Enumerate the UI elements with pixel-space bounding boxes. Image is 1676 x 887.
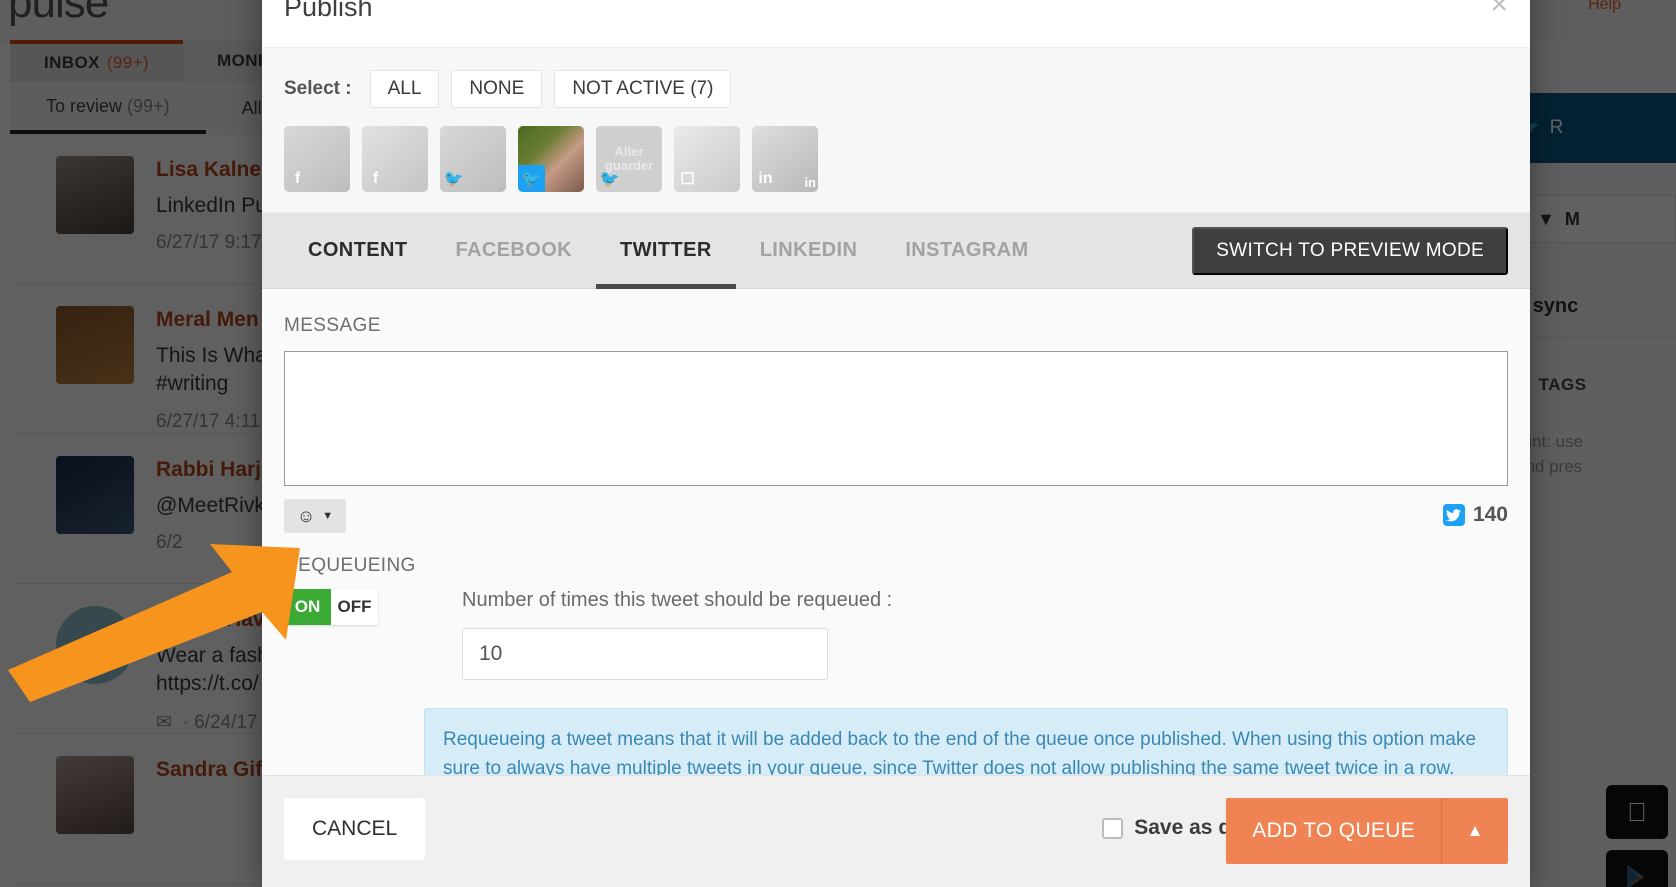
modal-title: Publish bbox=[284, 0, 373, 22]
tab-linkedin[interactable]: LINKEDIN bbox=[736, 213, 882, 289]
chevron-down-icon: ▼ bbox=[322, 510, 334, 522]
character-count-value: 140 bbox=[1472, 503, 1508, 526]
select-row: Select : ALL NONE NOT ACTIVE (7) bbox=[284, 70, 1508, 108]
add-to-queue-button[interactable]: ADD TO QUEUE bbox=[1226, 798, 1442, 864]
twitter-bird-glyph bbox=[1446, 508, 1462, 521]
add-to-queue-group: ADD TO QUEUE ▲ bbox=[1226, 798, 1508, 864]
select-label: Select : bbox=[284, 78, 352, 99]
close-icon[interactable]: × bbox=[1490, 0, 1508, 20]
linkedin-corner-icon: in bbox=[804, 175, 816, 190]
select-all-button[interactable]: ALL bbox=[369, 70, 440, 108]
requeueing-row: ON OFF Number of times this tweet should… bbox=[284, 589, 1508, 680]
character-counter: 140 bbox=[1442, 499, 1508, 527]
modal-header: Publish × bbox=[262, 0, 1530, 48]
message-input[interactable] bbox=[284, 351, 1508, 486]
account-twitter-woman-selected[interactable]: 🐦 bbox=[518, 126, 584, 192]
modal-tabs: CONTENT FACEBOOK TWITTER LINKEDIN INSTAG… bbox=[262, 213, 1530, 289]
account-twitter-allerguarder[interactable]: Aller guarder 🐦 bbox=[596, 126, 662, 192]
account-facebook-kids[interactable]: f bbox=[284, 126, 350, 192]
chevron-up-icon[interactable]: ▲ bbox=[1442, 798, 1508, 864]
requeueing-toggle-off[interactable]: OFF bbox=[331, 589, 378, 625]
account-facebook-woman[interactable]: f bbox=[362, 126, 428, 192]
select-not-active-button[interactable]: NOT ACTIVE (7) bbox=[554, 70, 732, 108]
select-none-button[interactable]: NONE bbox=[451, 70, 543, 108]
modal-footer: CANCEL Save as draft ADD TO QUEUE ▲ bbox=[262, 775, 1530, 887]
save-as-draft-checkbox[interactable] bbox=[1102, 817, 1124, 839]
account-selector: Select : ALL NONE NOT ACTIVE (7) f f 🐦 🐦… bbox=[262, 48, 1530, 213]
screen: pulse Publish Help INBOX (99+) MONITORIN… bbox=[0, 0, 1676, 887]
facebook-icon: f bbox=[372, 169, 379, 187]
message-toolbar-row: ☺ ▼ 140 bbox=[284, 499, 1508, 533]
tab-instagram[interactable]: INSTAGRAM bbox=[881, 213, 1052, 289]
tab-facebook[interactable]: FACEBOOK bbox=[431, 213, 596, 289]
requeueing-fields: Number of times this tweet should be req… bbox=[462, 589, 1508, 680]
requeueing-toggle-on[interactable]: ON bbox=[284, 589, 331, 625]
requeueing-info-note: Requeueing a tweet means that it will be… bbox=[424, 708, 1508, 775]
publish-modal: Publish × Select : ALL NONE NOT ACTIVE (… bbox=[262, 0, 1530, 887]
account-instagram-man[interactable]: ☐ bbox=[674, 126, 740, 192]
requeue-count-input[interactable] bbox=[462, 628, 828, 680]
emoji-picker-button[interactable]: ☺ ▼ bbox=[284, 499, 346, 533]
tab-content[interactable]: CONTENT bbox=[284, 213, 431, 289]
twitter-icon: 🐦 bbox=[518, 165, 545, 192]
facebook-icon: f bbox=[294, 169, 301, 187]
requeue-count-label: Number of times this tweet should be req… bbox=[462, 589, 893, 611]
cancel-button[interactable]: CANCEL bbox=[284, 798, 426, 860]
message-label: MESSAGE bbox=[284, 315, 381, 336]
account-avatar-row: f f 🐦 🐦 Aller guarder 🐦 ☐ in in bbox=[284, 126, 1508, 192]
account-linkedin-lady[interactable]: in in bbox=[752, 126, 818, 192]
instagram-icon: ☐ bbox=[680, 170, 695, 188]
requeueing-toggle[interactable]: ON OFF bbox=[284, 589, 378, 625]
modal-body: MESSAGE ☺ ▼ 140 REQUEUEING ON OFF Number… bbox=[262, 289, 1530, 775]
linkedin-icon: in bbox=[758, 169, 773, 187]
account-twitter-kids[interactable]: 🐦 bbox=[440, 126, 506, 192]
requeueing-label: REQUEUEING bbox=[284, 555, 416, 576]
tab-twitter[interactable]: TWITTER bbox=[596, 213, 736, 289]
twitter-icon: 🐦 bbox=[443, 170, 464, 188]
twitter-icon bbox=[1442, 504, 1465, 526]
switch-to-preview-mode-button[interactable]: SWITCH TO PREVIEW MODE bbox=[1192, 227, 1508, 275]
twitter-icon: 🐦 bbox=[599, 170, 620, 188]
smiley-icon: ☺ bbox=[296, 505, 316, 526]
